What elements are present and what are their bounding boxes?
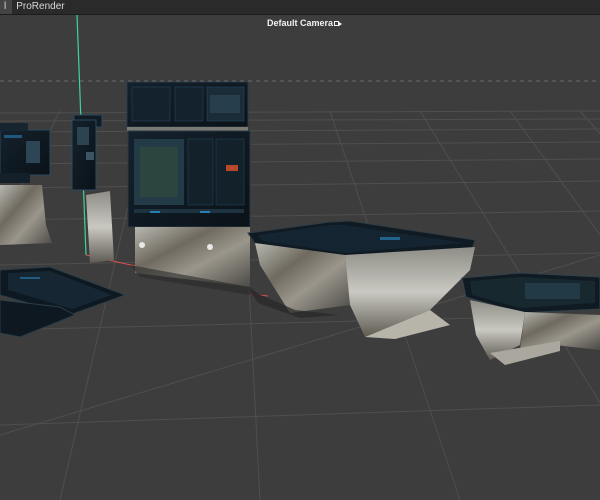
floor-panels-left <box>0 266 127 338</box>
scene-canvas <box>0 15 600 500</box>
console-right <box>461 272 600 365</box>
console-desk <box>247 220 476 339</box>
console-main <box>126 81 262 297</box>
camera-selector[interactable]: Default Camera <box>267 18 343 29</box>
menu-item-partial[interactable]: l <box>0 0 13 14</box>
camera-label: Default Camera <box>267 18 334 28</box>
camera-icon <box>334 20 343 27</box>
kiosk-tall <box>71 114 114 263</box>
menu-bar: l ProRender <box>0 0 600 15</box>
3d-viewport[interactable]: Default Camera <box>0 15 600 500</box>
kiosk-far-left <box>0 123 52 245</box>
menu-item-prorender[interactable]: ProRender <box>12 0 70 14</box>
